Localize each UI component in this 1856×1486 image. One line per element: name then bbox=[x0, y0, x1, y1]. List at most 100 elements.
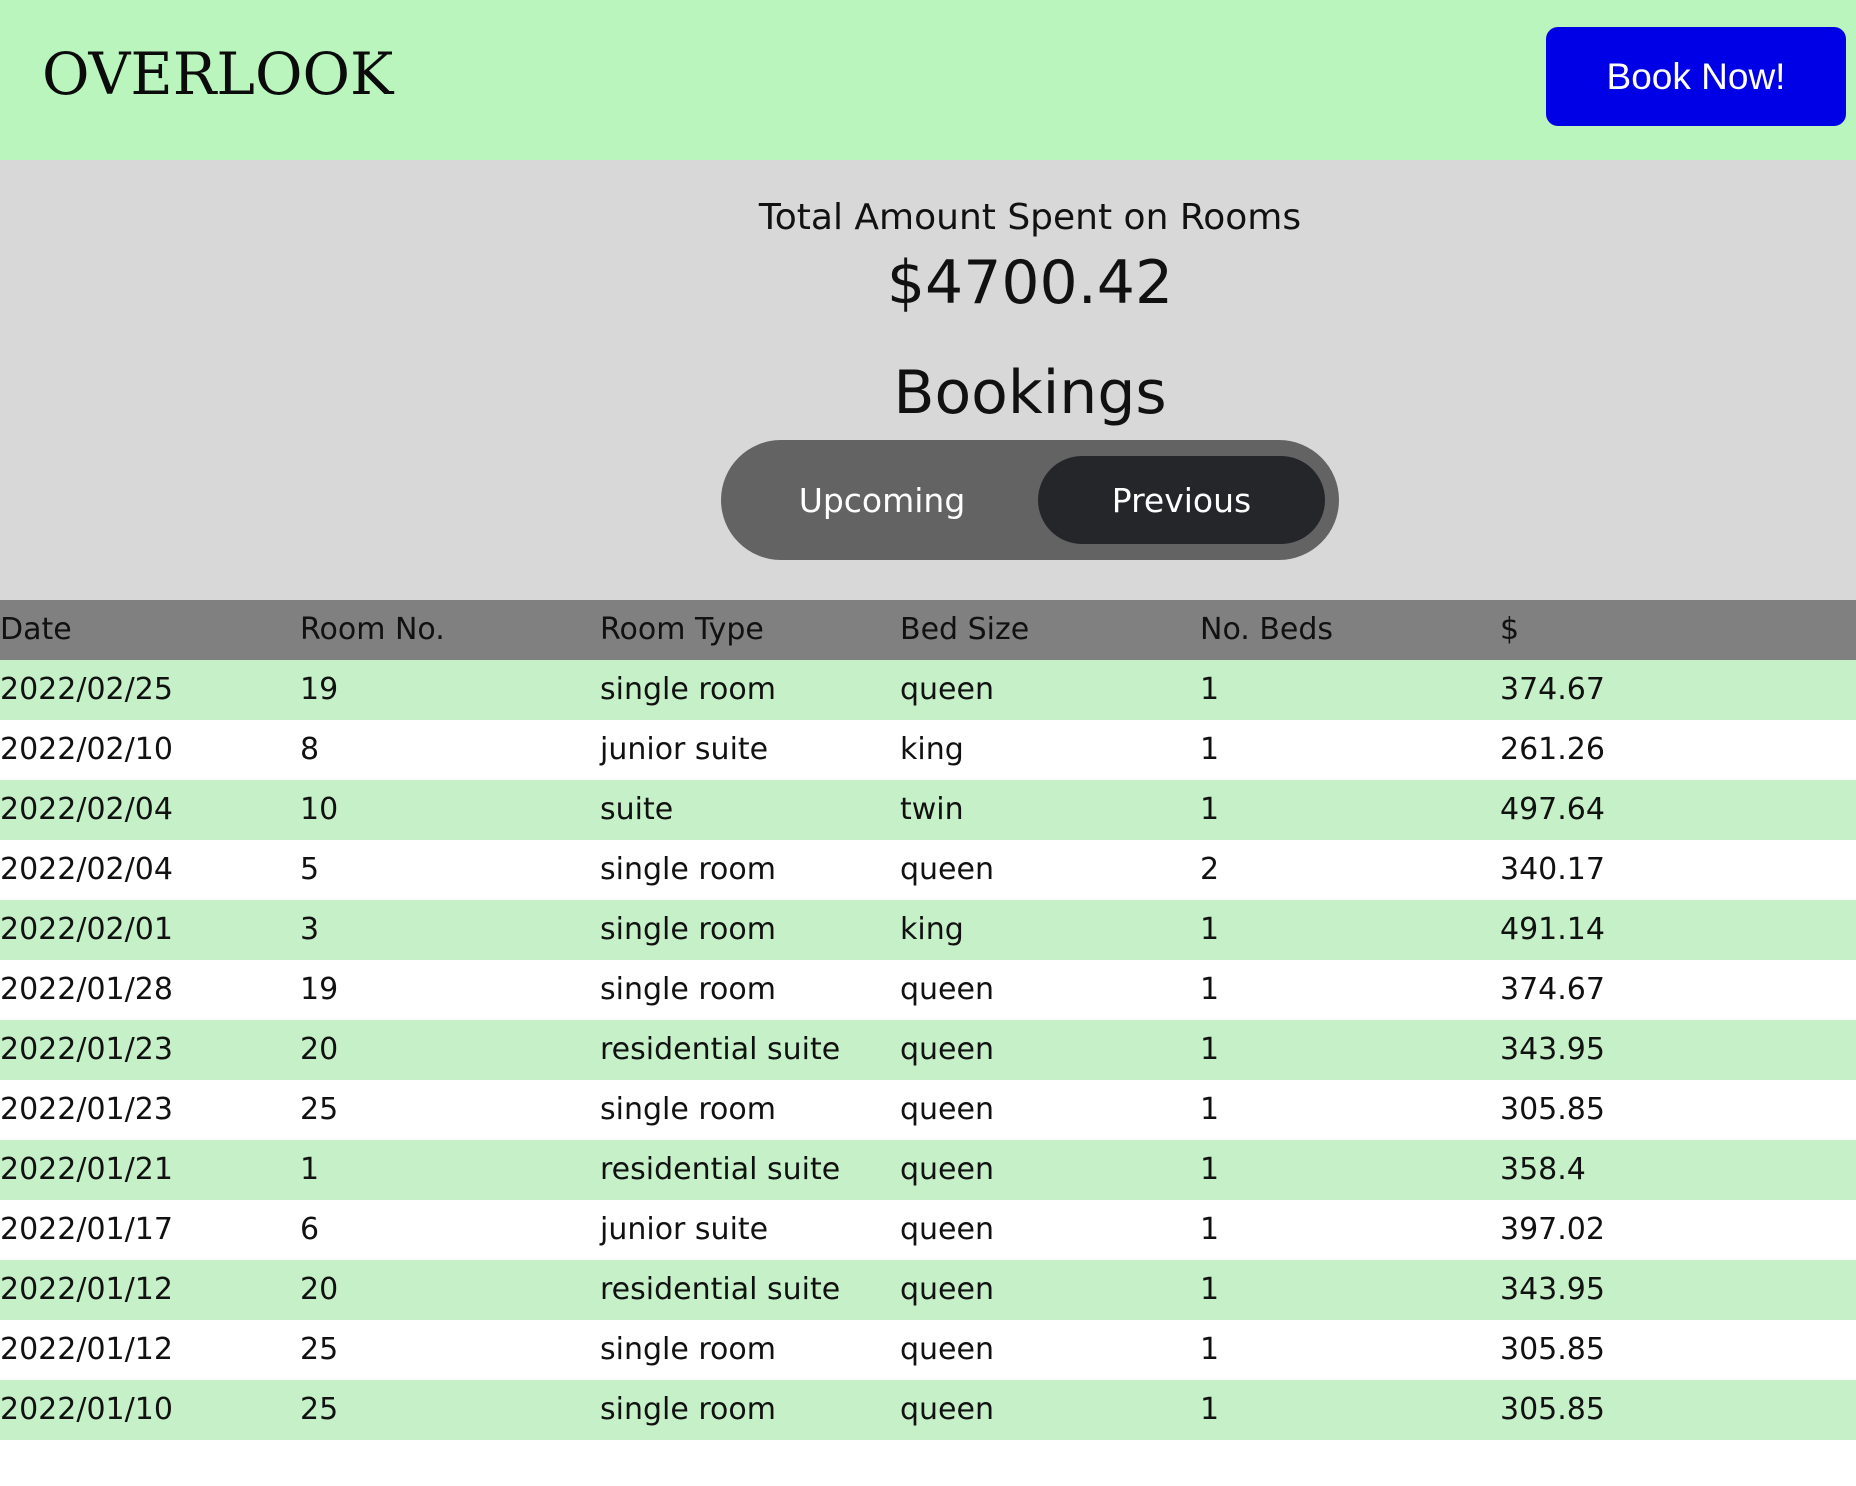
bed-size-cell: queen bbox=[900, 1272, 994, 1307]
table-row: 2022/02/01 3 single room king 1 491.14 bbox=[0, 900, 1856, 960]
table-header-row: Date Room No. Room Type Bed Size No. Bed… bbox=[0, 600, 1856, 660]
date-cell: 2022/01/12 bbox=[0, 1332, 173, 1367]
table-row: 2022/01/12 20 residential suite queen 1 343.9… bbox=[0, 1260, 1856, 1320]
date-cell: 2022/01/23 bbox=[0, 1032, 173, 1067]
table-body: 2022/02/25 19 single room queen 1 374.67 2022/… bbox=[0, 660, 1856, 1440]
bed-size-cell: queen bbox=[900, 1212, 994, 1247]
number-of-beds-cell: 1 bbox=[1200, 1092, 1220, 1127]
room-type-cell: single room bbox=[600, 1392, 776, 1427]
overlook-logo: OVERLOOK bbox=[42, 40, 394, 108]
bed-size-cell: queen bbox=[900, 1332, 994, 1367]
cost-cell: 374.67 bbox=[1500, 972, 1605, 1007]
previous-tab[interactable]: Previous bbox=[1038, 456, 1325, 544]
cost-cell: 374.67 bbox=[1500, 672, 1605, 707]
number-of-beds-cell: 1 bbox=[1200, 1392, 1220, 1427]
room-number-cell: 19 bbox=[300, 972, 339, 1007]
room-number-cell: 8 bbox=[300, 732, 320, 767]
bed-size-cell: king bbox=[900, 732, 964, 767]
date-cell: 2022/02/25 bbox=[0, 672, 173, 707]
room-number-cell: 20 bbox=[300, 1032, 339, 1067]
date-cell: 2022/01/10 bbox=[0, 1392, 173, 1427]
room-type-cell: single room bbox=[600, 672, 776, 707]
table-row: 2022/01/10 25 single room queen 1 305.85 bbox=[0, 1380, 1856, 1440]
table-row: 2022/01/17 6 junior suite queen 1 397.02 bbox=[0, 1200, 1856, 1260]
room-type-cell: single room bbox=[600, 852, 776, 887]
room-type-cell: junior suite bbox=[600, 1212, 769, 1247]
table-row: 2022/02/04 10 suite twin 1 497.64 bbox=[0, 780, 1856, 840]
table-row: 2022/02/25 19 single room queen 1 374.67 bbox=[0, 660, 1856, 720]
room-type-cell: suite bbox=[600, 792, 674, 827]
room-number-cell: 6 bbox=[300, 1212, 320, 1247]
site-header: OVERLOOK Book Now! bbox=[0, 0, 1856, 160]
room-type-cell: residential suite bbox=[600, 1032, 841, 1067]
table-row: 2022/01/28 19 single room queen 1 374.67 bbox=[0, 960, 1856, 1020]
number-of-beds-cell: 1 bbox=[1200, 732, 1220, 767]
column-header-number-of-beds: No. Beds bbox=[1200, 612, 1334, 647]
date-cell: 2022/01/23 bbox=[0, 1092, 173, 1127]
column-header-bed-size: Bed Size bbox=[900, 612, 1030, 647]
book-now-button[interactable]: Book Now! bbox=[1546, 27, 1846, 126]
table-row: 2022/02/10 8 junior suite king 1 261.26 bbox=[0, 720, 1856, 780]
cost-cell: 305.85 bbox=[1500, 1332, 1605, 1367]
column-header-date: Date bbox=[0, 612, 72, 647]
number-of-beds-cell: 1 bbox=[1200, 1212, 1220, 1247]
cost-cell: 343.95 bbox=[1500, 1032, 1605, 1067]
cost-cell: 497.64 bbox=[1500, 792, 1605, 827]
cost-cell: 343.95 bbox=[1500, 1272, 1605, 1307]
summary-section: Total Amount Spent on Rooms $4700.42 Boo… bbox=[0, 160, 1856, 600]
number-of-beds-cell: 2 bbox=[1200, 852, 1220, 887]
table-row: 2022/01/23 20 residential suite queen 1 343.9… bbox=[0, 1020, 1856, 1080]
bed-size-cell: queen bbox=[900, 1152, 994, 1187]
room-number-cell: 25 bbox=[300, 1392, 339, 1427]
table-row: 2022/01/23 25 single room queen 1 305.85 bbox=[0, 1080, 1856, 1140]
room-number-cell: 10 bbox=[300, 792, 339, 827]
bookings-toggle: Upcoming Previous bbox=[721, 440, 1339, 560]
room-number-cell: 25 bbox=[300, 1092, 339, 1127]
number-of-beds-cell: 1 bbox=[1200, 672, 1220, 707]
room-number-cell: 19 bbox=[300, 672, 339, 707]
room-type-cell: residential suite bbox=[600, 1152, 841, 1187]
room-number-cell: 20 bbox=[300, 1272, 339, 1307]
room-type-cell: single room bbox=[600, 972, 776, 1007]
column-header-cost: $ bbox=[1500, 612, 1520, 647]
column-header-room-type: Room Type bbox=[600, 612, 764, 647]
bed-size-cell: queen bbox=[900, 852, 994, 887]
room-number-cell: 3 bbox=[300, 912, 320, 947]
upcoming-tab[interactable]: Upcoming bbox=[737, 456, 1027, 544]
bed-size-cell: queen bbox=[900, 672, 994, 707]
table-row: 2022/01/12 25 single room queen 1 305.85 bbox=[0, 1320, 1856, 1380]
date-cell: 2022/02/10 bbox=[0, 732, 173, 767]
cost-cell: 340.17 bbox=[1500, 852, 1605, 887]
number-of-beds-cell: 1 bbox=[1200, 1032, 1220, 1067]
date-cell: 2022/01/12 bbox=[0, 1272, 173, 1307]
table-row: 2022/02/04 5 single room queen 2 340.17 bbox=[0, 840, 1856, 900]
date-cell: 2022/01/28 bbox=[0, 972, 173, 1007]
room-number-cell: 25 bbox=[300, 1332, 339, 1367]
date-cell: 2022/01/21 bbox=[0, 1152, 173, 1187]
bed-size-cell: queen bbox=[900, 1392, 994, 1427]
room-type-cell: junior suite bbox=[600, 732, 769, 767]
date-cell: 2022/02/04 bbox=[0, 852, 173, 887]
date-cell: 2022/01/17 bbox=[0, 1212, 173, 1247]
bed-size-cell: king bbox=[900, 912, 964, 947]
cost-cell: 397.02 bbox=[1500, 1212, 1605, 1247]
bookings-table: Date Room No. Room Type Bed Size No. Bed… bbox=[0, 600, 1856, 1440]
total-spent-label: Total Amount Spent on Rooms bbox=[758, 197, 1302, 238]
number-of-beds-cell: 1 bbox=[1200, 1332, 1220, 1367]
date-cell: 2022/02/01 bbox=[0, 912, 173, 947]
room-type-cell: single room bbox=[600, 1332, 776, 1367]
room-number-cell: 5 bbox=[300, 852, 320, 887]
date-cell: 2022/02/04 bbox=[0, 792, 173, 827]
bed-size-cell: queen bbox=[900, 972, 994, 1007]
room-type-cell: single room bbox=[600, 1092, 776, 1127]
number-of-beds-cell: 1 bbox=[1200, 1152, 1220, 1187]
bed-size-cell: queen bbox=[900, 1092, 994, 1127]
bed-size-cell: queen bbox=[900, 1032, 994, 1067]
number-of-beds-cell: 1 bbox=[1200, 912, 1220, 947]
number-of-beds-cell: 1 bbox=[1200, 1272, 1220, 1307]
cost-cell: 261.26 bbox=[1500, 732, 1605, 767]
cost-cell: 491.14 bbox=[1500, 912, 1605, 947]
bookings-title: Bookings bbox=[893, 358, 1167, 428]
cost-cell: 305.85 bbox=[1500, 1092, 1605, 1127]
room-type-cell: residential suite bbox=[600, 1272, 841, 1307]
